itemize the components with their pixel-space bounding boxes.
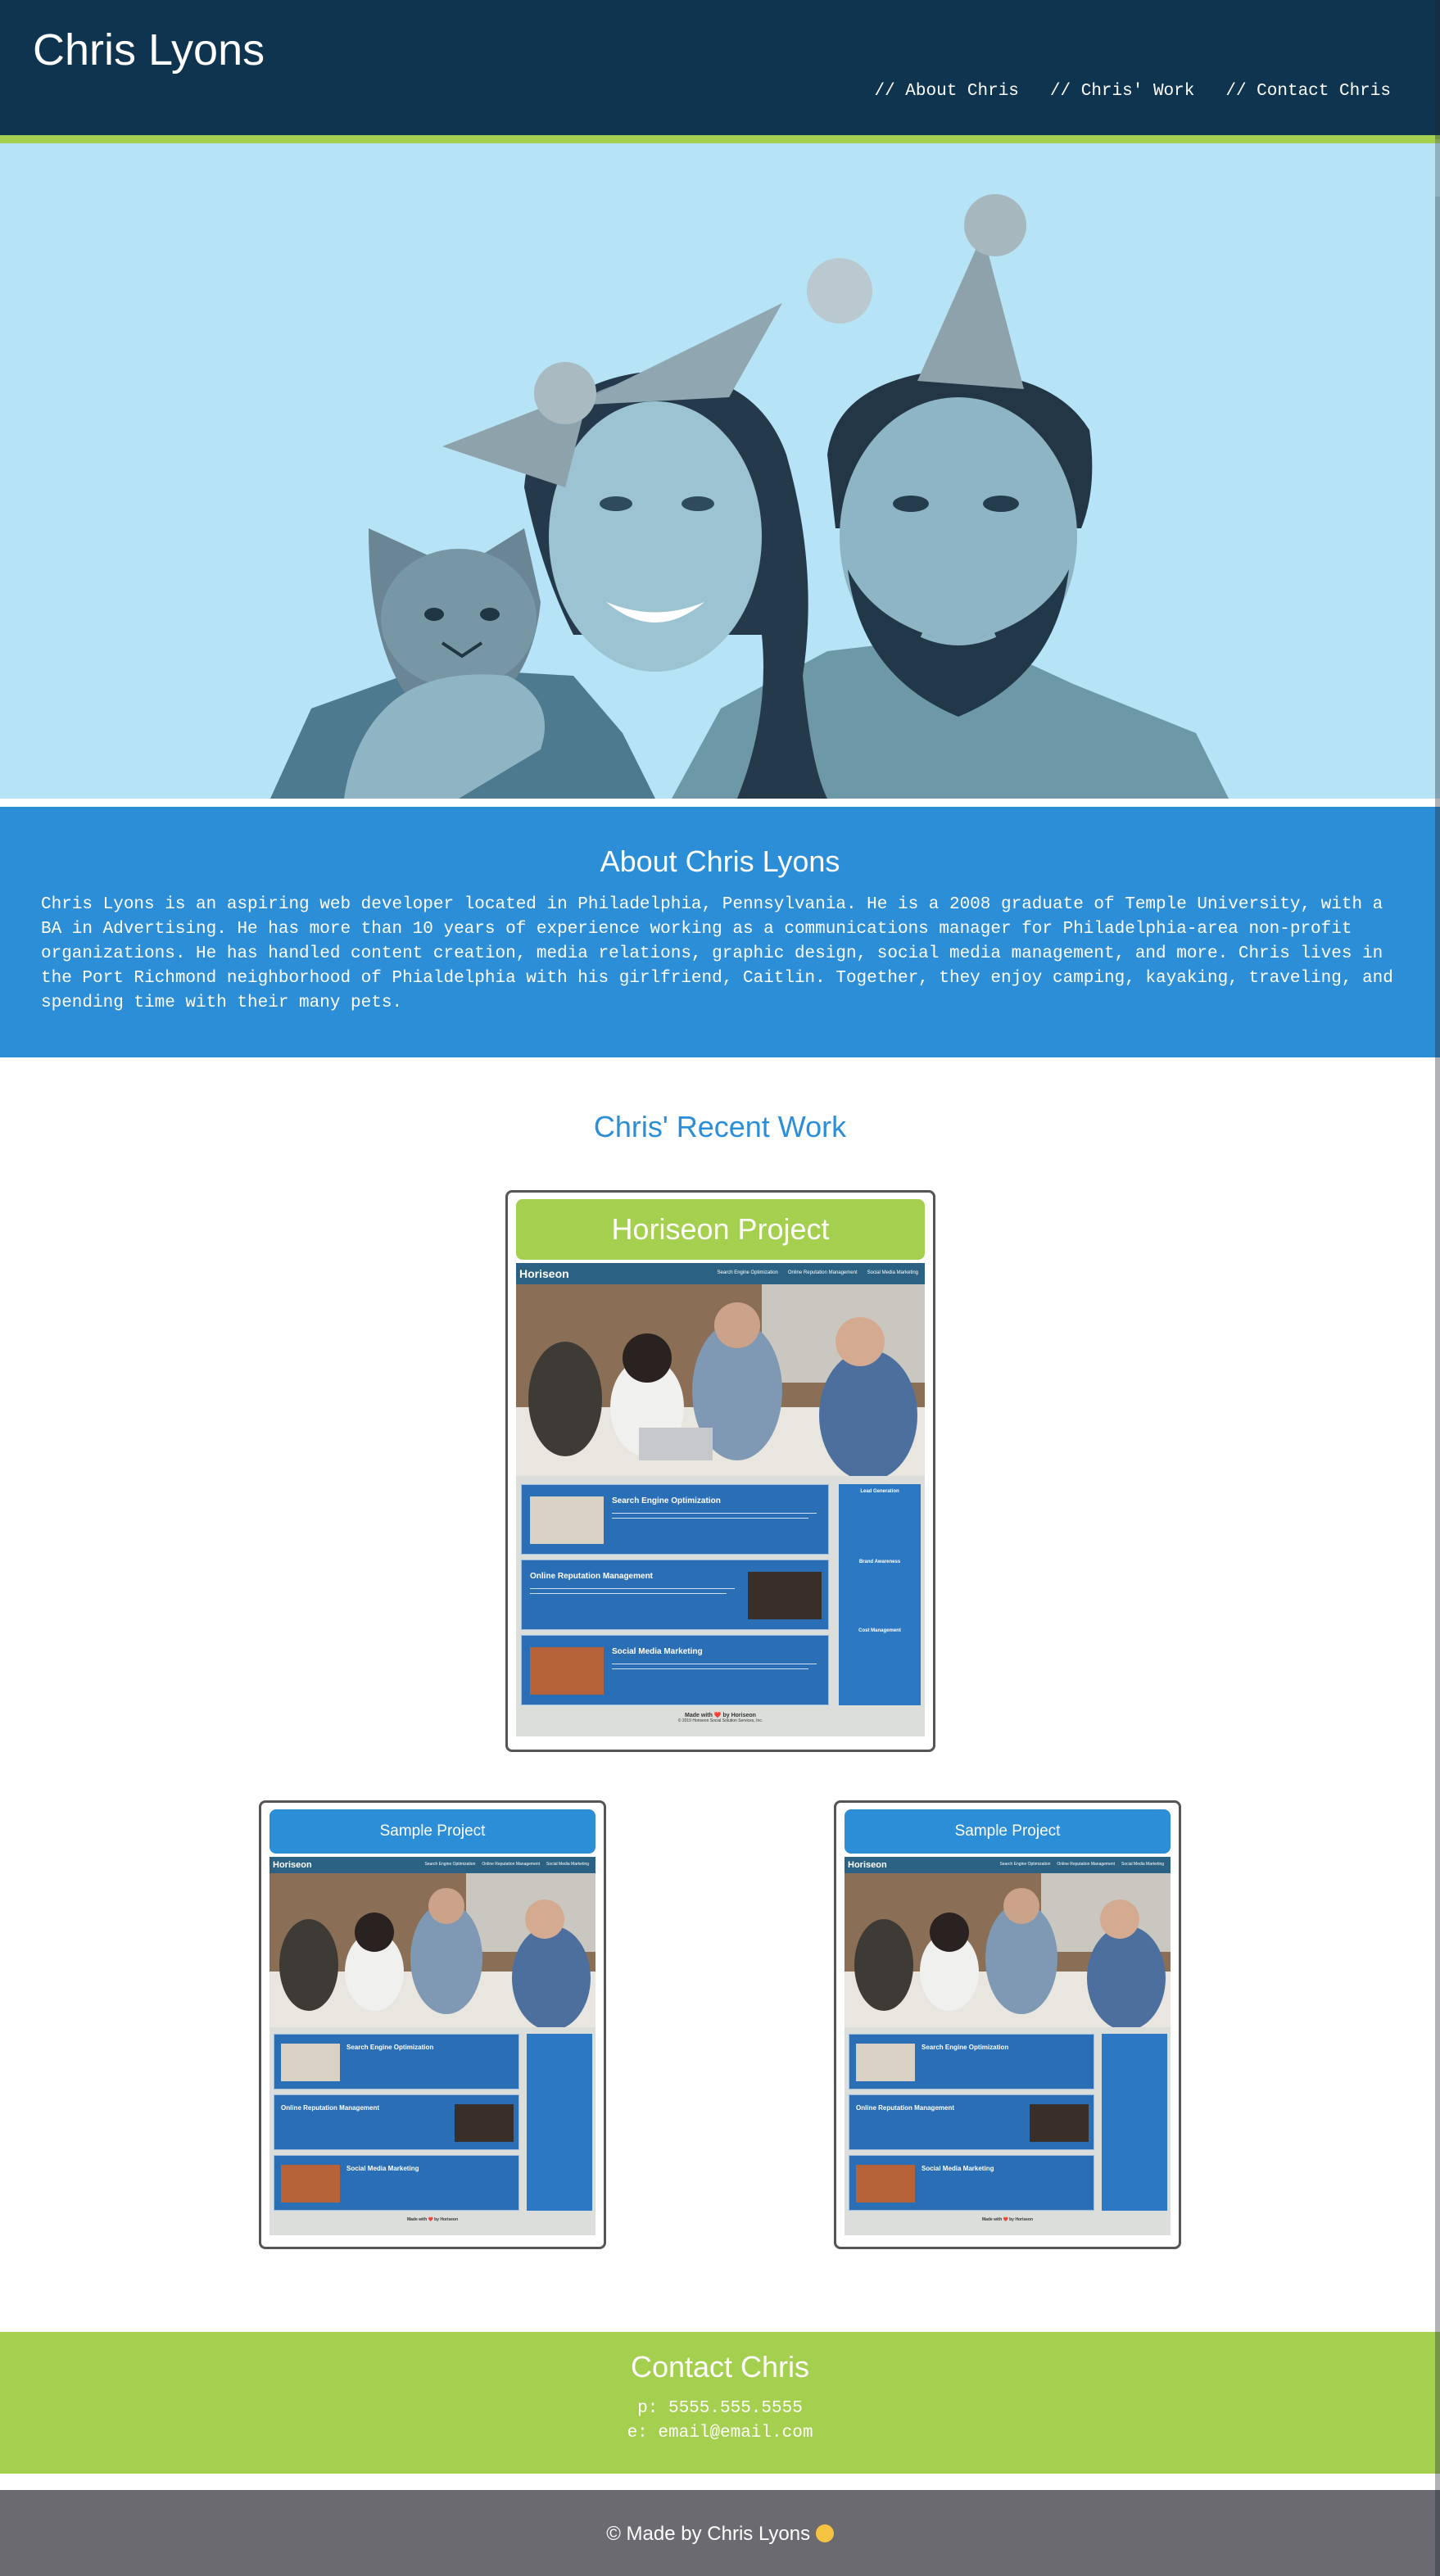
office-team-illustration <box>516 1284 925 1476</box>
main-nav: // About Chris // Chris' Work // Contact… <box>874 82 1391 101</box>
contact-heading: Contact Chris <box>630 2350 810 2384</box>
screenshot-section-seo: Search Engine Optimization <box>521 1484 829 1555</box>
project-card-horiseon[interactable]: Horiseon Project Horiseon Search Engine … <box>505 1190 935 1752</box>
project-title-bar: Sample Project <box>845 1809 1171 1854</box>
hero-portrait-illustration <box>270 194 1229 799</box>
header-accent-bar <box>0 135 1440 143</box>
screenshot-sidebar: Lead Generation Brand Awareness Cost Man… <box>839 1484 921 1705</box>
project-screenshot: Horiseon Search Engine Optimization Onli… <box>516 1263 925 1736</box>
about-heading: About Chris Lyons <box>600 844 840 878</box>
screenshot-section-orm: Online Reputation Management <box>521 1560 829 1630</box>
screenshot-nav-link: Social Media Marketing <box>867 1270 918 1275</box>
contact-email[interactable]: e: email@email.com <box>0 2424 1440 2442</box>
screenshot-nav: Horiseon Search Engine Optimization Onli… <box>516 1263 925 1284</box>
nav-contact-link[interactable]: // Contact Chris <box>1225 82 1391 101</box>
contact-phone[interactable]: p: 5555.555.5555 <box>0 2399 1440 2418</box>
screenshot-section-smm: Social Media Marketing <box>521 1635 829 1705</box>
project-screenshot: Horiseon Search Engine Optimization Onli… <box>269 1857 595 2235</box>
project-card-sample-2[interactable]: Sample Project Horiseon Search Engine Op… <box>834 1800 1181 2249</box>
screenshot-nav-link: Search Engine Optimization <box>717 1270 778 1275</box>
screenshot-footer: Made with ❤️ by Horiseon © 2019 Horiseon… <box>677 1713 763 1723</box>
work-heading: Chris' Recent Work <box>593 1110 847 1143</box>
project-title[interactable]: Horiseon Project <box>611 1212 829 1246</box>
office-team-illustration <box>845 1873 1171 2027</box>
site-footer: © Made by Chris Lyons <box>0 2490 1440 2576</box>
project-card-sample-1[interactable]: Sample Project Horiseon Search Engine Op… <box>259 1800 606 2249</box>
screenshot-nav-link: Online Reputation Management <box>787 1270 858 1275</box>
screenshot-hero-photo <box>516 1284 925 1476</box>
nav-about-link[interactable]: // About Chris <box>874 82 1018 101</box>
project-title-bar: Horiseon Project <box>516 1199 925 1260</box>
screenshot-hero-photo <box>269 1873 595 2027</box>
office-team-illustration <box>269 1873 595 2027</box>
project-screenshot: Horiseon Search Engine Optimization Onli… <box>845 1857 1171 2235</box>
project-title[interactable]: Sample Project <box>380 1822 486 1840</box>
nav-work-link[interactable]: // Chris' Work <box>1050 82 1194 101</box>
screenshot-hero-photo <box>845 1873 1171 2027</box>
page-scrollbar[interactable] <box>1435 0 1440 2576</box>
site-header: Chris Lyons // About Chris // Chris' Wor… <box>0 0 1440 135</box>
about-body: Chris Lyons is an aspiring web developer… <box>41 895 1393 1012</box>
screenshot-logo: Horiseon <box>519 1267 569 1280</box>
footer-text: © Made by Chris Lyons <box>606 2523 811 2545</box>
site-title[interactable]: Chris Lyons <box>33 25 265 75</box>
contact-section: Contact Chris p: 5555.555.5555 e: email@… <box>0 2332 1440 2474</box>
hero-image <box>0 143 1440 799</box>
scrollbar-thumb[interactable] <box>1435 139 1440 197</box>
smiling-face-icon <box>815 2524 834 2542</box>
project-title-bar: Sample Project <box>269 1809 595 1854</box>
project-title[interactable]: Sample Project <box>955 1822 1061 1840</box>
about-section: About Chris Lyons Chris Lyons is an aspi… <box>0 807 1440 1057</box>
